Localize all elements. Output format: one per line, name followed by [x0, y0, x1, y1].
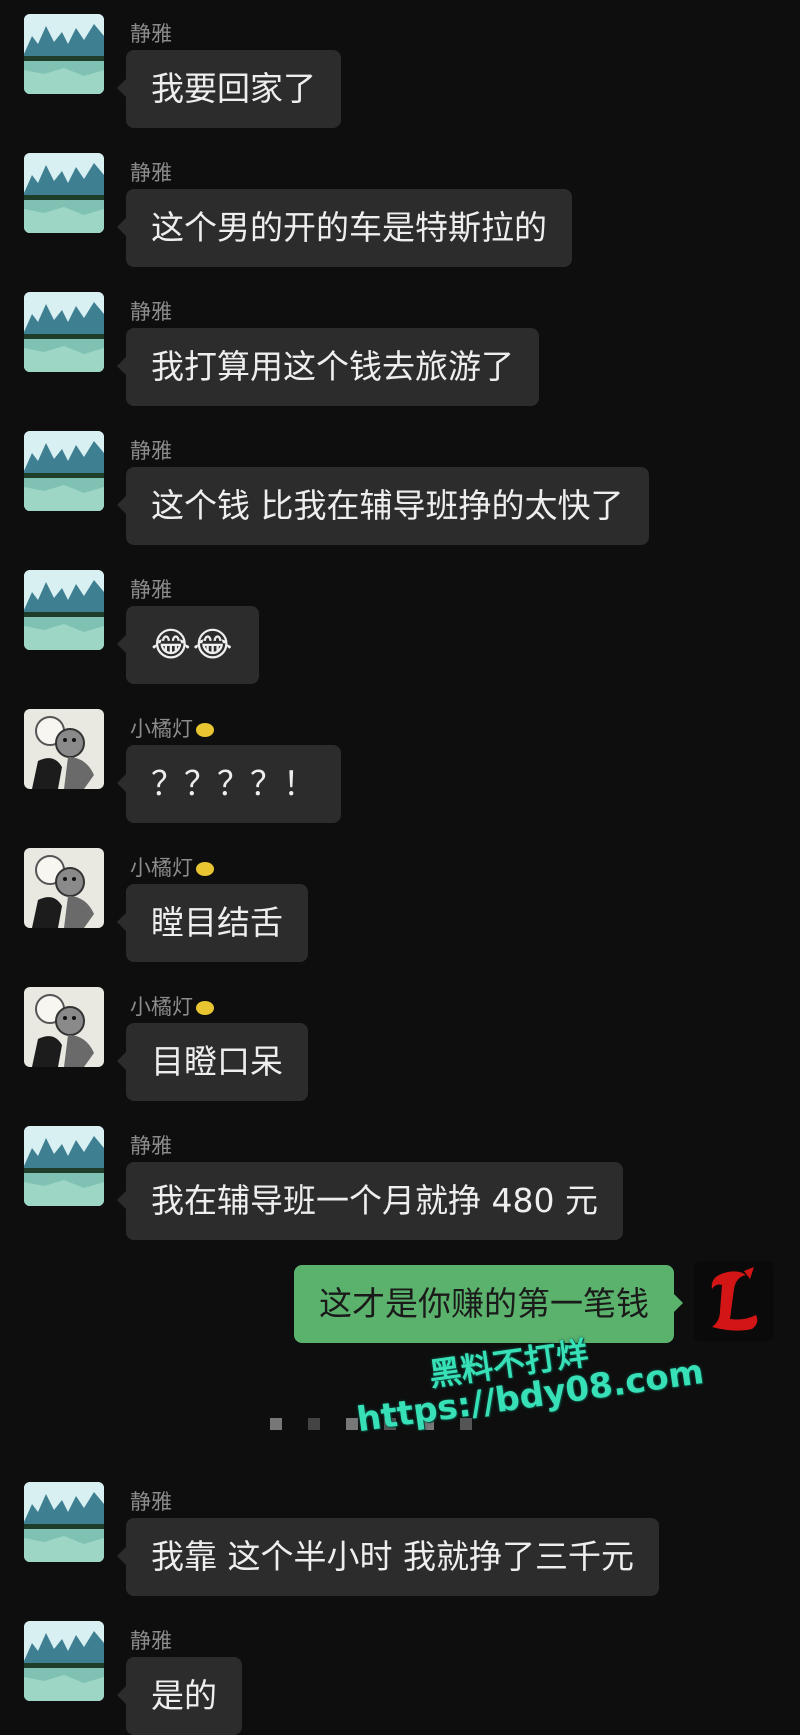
message-bubble[interactable]: 这个男的开的车是特斯拉的	[117, 189, 572, 267]
sender-name: 静雅	[130, 1490, 172, 1514]
message-item: 静雅 是的	[0, 1607, 800, 1735]
chat-message-list[interactable]: 静雅 我要回家了 静雅 这个男的开的车是特斯拉的 静雅 我打算用这个钱去旅游了 …	[0, 0, 800, 1735]
sender-avatar[interactable]	[24, 987, 104, 1067]
lake-landscape-icon	[24, 431, 104, 511]
sender-name: 小橘灯	[130, 991, 214, 1021]
lake-landscape-icon	[24, 14, 104, 94]
message-bubble[interactable]: 瞠目结舌	[117, 884, 308, 962]
sender-avatar[interactable]	[24, 431, 104, 511]
sender-name: 静雅	[130, 300, 172, 324]
sender-name: 小橘灯	[130, 852, 214, 882]
lake-landscape-icon	[24, 1621, 104, 1701]
sender-avatar[interactable]	[24, 1621, 104, 1701]
message-item: 小橘灯 ？？？？！	[0, 695, 800, 830]
message-bubble[interactable]: 我靠 这个半小时 我就挣了三千元	[117, 1518, 659, 1596]
message-bubble[interactable]: ？？？？！	[117, 745, 341, 823]
sender-avatar[interactable]	[24, 1482, 104, 1562]
lake-landscape-icon	[24, 1126, 104, 1206]
outgoing-message-bubble[interactable]: 这才是你赚的第一笔钱	[294, 1265, 683, 1343]
emoji-message-bubble[interactable]: 😂😂	[116, 606, 260, 684]
sender-name: 静雅	[130, 439, 172, 463]
sender-name: 小橘灯	[130, 713, 214, 743]
self-avatar[interactable]	[694, 1261, 774, 1341]
sender-name: 静雅	[130, 578, 172, 602]
red-letter-l-icon	[694, 1261, 774, 1341]
message-bubble[interactable]: 我打算用这个钱去旅游了	[117, 328, 539, 406]
lake-landscape-icon	[24, 292, 104, 372]
message-bubble[interactable]: 我要回家了	[117, 50, 341, 128]
message-item: 静雅 😂😂	[0, 556, 800, 691]
message-item: 小橘灯 目瞪口呆	[0, 973, 800, 1108]
cartoon-character-icon	[24, 987, 104, 1067]
message-bubble[interactable]: 这个钱 比我在辅导班挣的太快了	[117, 467, 649, 545]
sender-avatar[interactable]	[24, 848, 104, 928]
sender-avatar[interactable]	[24, 292, 104, 372]
message-bubble[interactable]: 我在辅导班一个月就挣 480 元	[117, 1162, 623, 1240]
message-item: 静雅 我要回家了	[0, 0, 800, 135]
message-item: 静雅 我在辅导班一个月就挣 480 元	[0, 1112, 800, 1247]
sender-avatar[interactable]	[24, 709, 104, 789]
lemon-badge-icon	[196, 723, 214, 737]
lemon-badge-icon	[196, 1001, 214, 1015]
sender-avatar[interactable]	[24, 153, 104, 233]
lake-landscape-icon	[24, 153, 104, 233]
message-item: 静雅 这个钱 比我在辅导班挣的太快了	[0, 417, 800, 552]
sender-name: 静雅	[130, 1134, 172, 1158]
sender-name: 静雅	[130, 22, 172, 46]
lemon-badge-icon	[196, 862, 214, 876]
sender-name: 静雅	[130, 1629, 172, 1653]
message-bubble[interactable]: 目瞪口呆	[117, 1023, 308, 1101]
message-item: 静雅 我靠 这个半小时 我就挣了三千元	[0, 1468, 800, 1603]
sender-avatar[interactable]	[24, 570, 104, 650]
message-item: 小橘灯 瞠目结舌	[0, 834, 800, 969]
sender-name: 静雅	[130, 161, 172, 185]
message-bubble[interactable]: 是的	[117, 1657, 242, 1735]
sender-avatar[interactable]	[24, 14, 104, 94]
message-item: 静雅 我打算用这个钱去旅游了	[0, 278, 800, 413]
message-item: 静雅 这个男的开的车是特斯拉的	[0, 139, 800, 274]
lake-landscape-icon	[24, 570, 104, 650]
cartoon-character-icon	[24, 848, 104, 928]
cartoon-character-icon	[24, 709, 104, 789]
sender-avatar[interactable]	[24, 1126, 104, 1206]
lake-landscape-icon	[24, 1482, 104, 1562]
